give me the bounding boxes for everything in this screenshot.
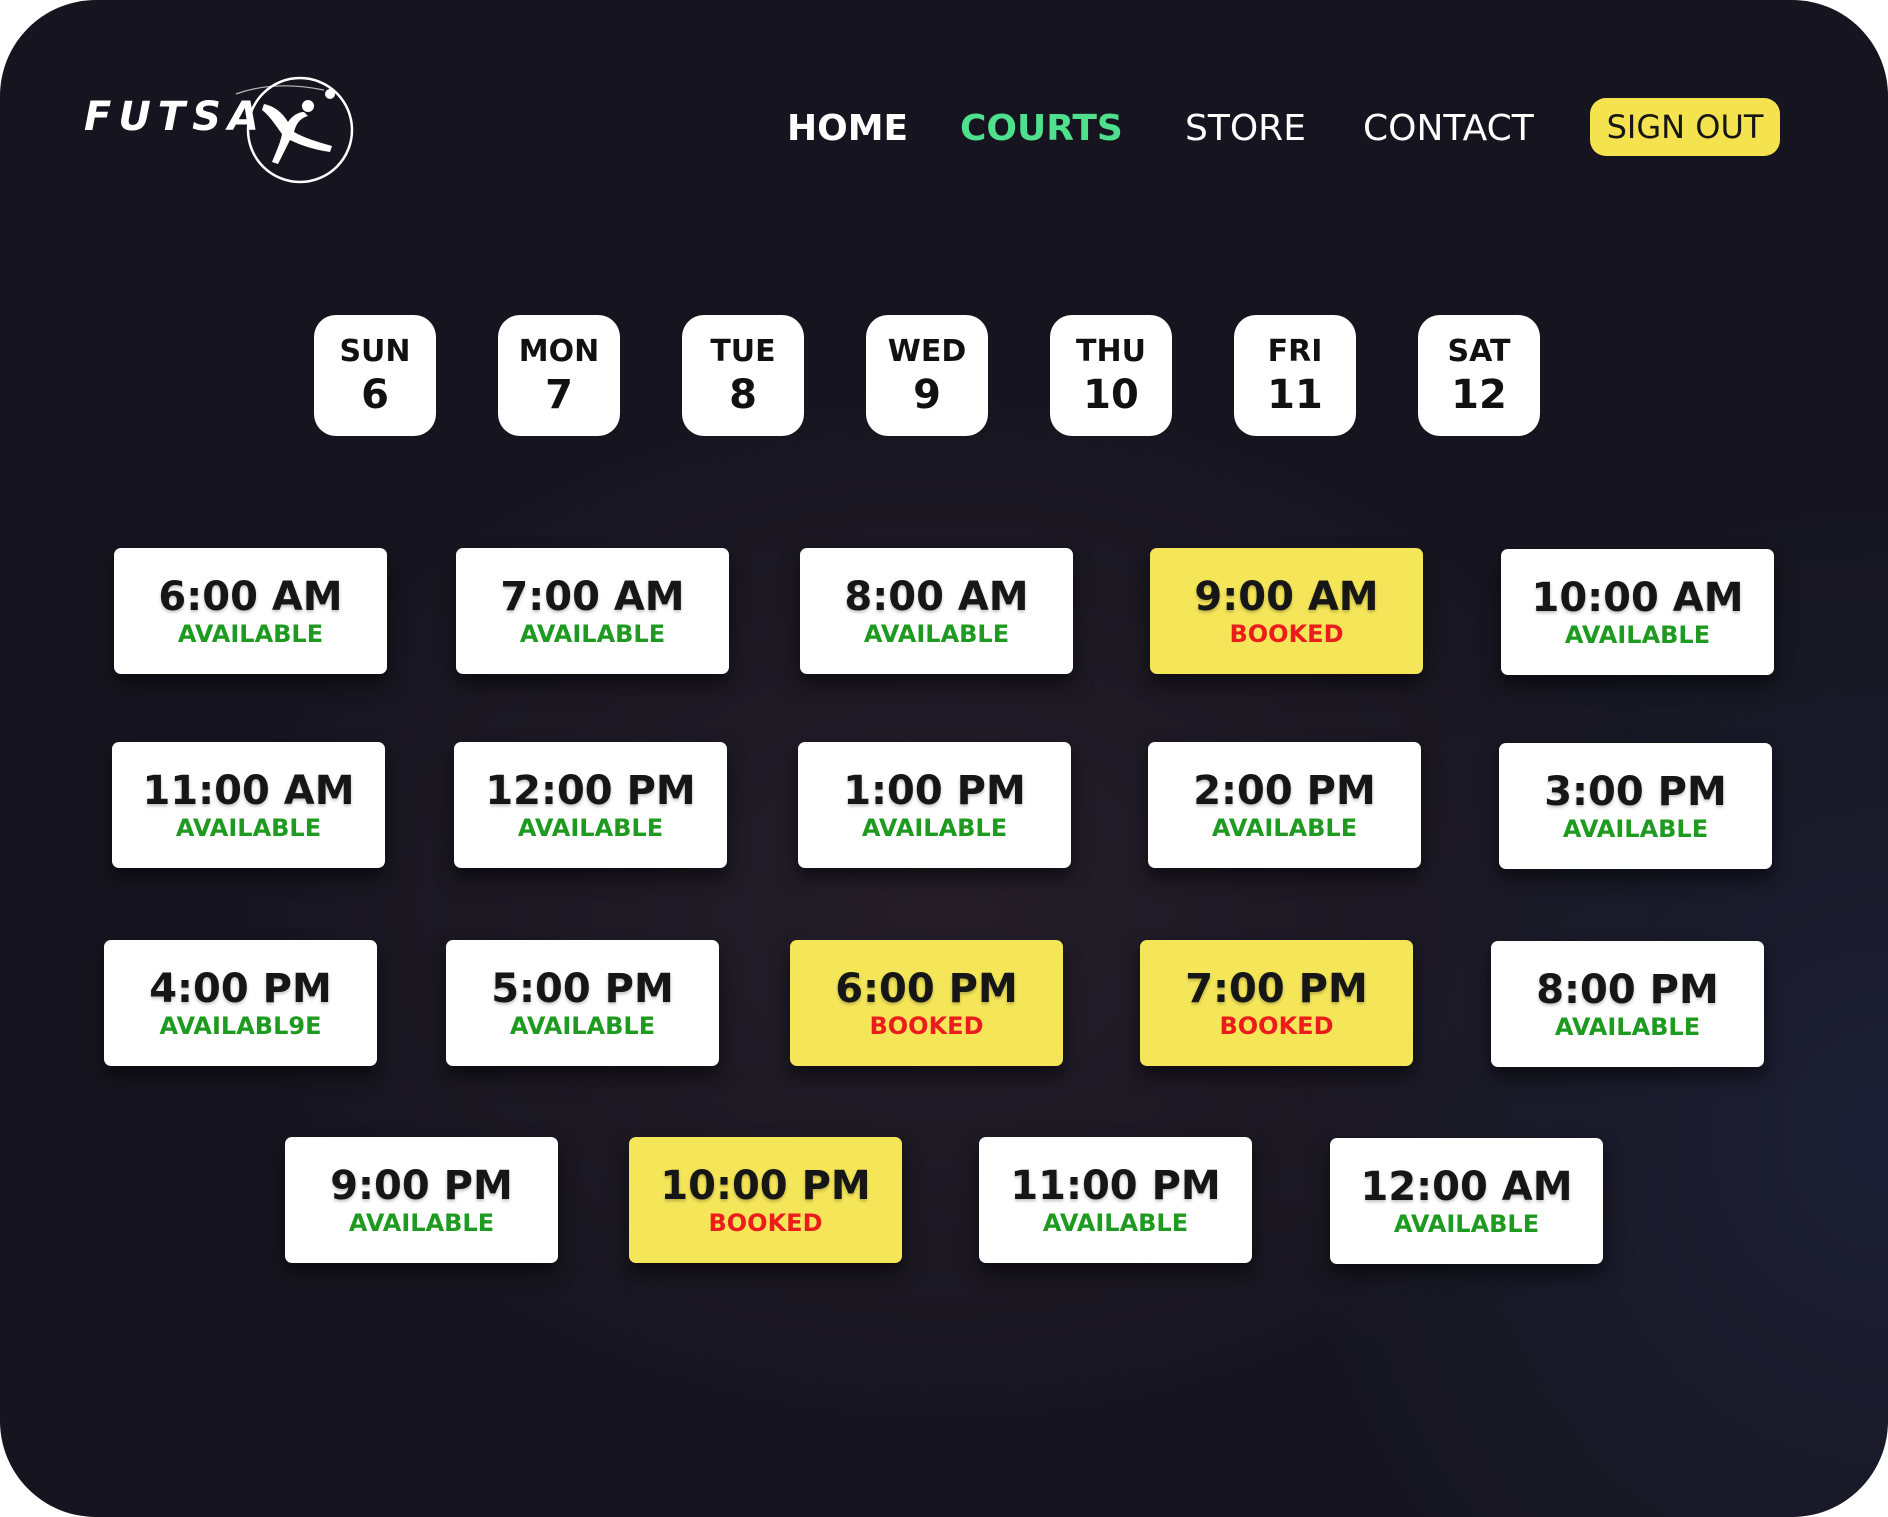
slot-status: AVAILABLE [1393,1210,1540,1238]
slot-time: 12:00 PM [485,768,696,814]
slot-status: AVAILABLE [1042,1209,1189,1237]
time-slot[interactable]: 10:00 AM AVAILABLE [1501,549,1774,675]
slot-time: 4:00 PM [149,966,332,1012]
day-number: 9 [913,371,941,418]
time-slot[interactable]: 11:00 AM AVAILABLE [112,742,385,868]
slot-time: 11:00 AM [142,768,355,814]
day-sat[interactable]: SAT 12 [1418,315,1540,436]
nav-home[interactable]: HOME [787,108,908,149]
slot-time: 9:00 PM [330,1163,513,1209]
app-window: FUTSA HOME COURTS STORE CONTACT SIGN OUT… [0,0,1888,1517]
time-slot[interactable]: 12:00 PM AVAILABLE [454,742,727,868]
slot-status: AVAILABLE [348,1209,495,1237]
day-wed[interactable]: WED 9 [866,315,988,436]
day-tue[interactable]: TUE 8 [682,315,804,436]
slot-status: AVAILABLE [517,814,664,842]
slot-time: 8:00 AM [844,574,1029,620]
day-name: SAT [1447,333,1511,369]
slot-status: AVAILABLE [1211,814,1358,842]
sign-out-button[interactable]: SIGN OUT [1590,98,1780,156]
slot-time: 8:00 PM [1536,967,1719,1013]
time-slot[interactable]: 4:00 PM AVAILABL9E [104,940,377,1066]
slot-status: AVAILABLE [1562,815,1709,843]
day-number: 11 [1267,371,1323,418]
day-number: 8 [729,371,757,418]
slot-status: AVAILABLE [1564,621,1711,649]
time-slot[interactable]: 6:00 AM AVAILABLE [114,548,387,674]
nav-contact[interactable]: CONTACT [1363,108,1534,149]
slot-status: AVAILABLE [861,814,1008,842]
slot-time: 3:00 PM [1544,769,1727,815]
slot-status: AVAILABLE [509,1012,656,1040]
slot-status: BOOKED [869,1012,984,1040]
day-name: TUE [710,333,776,369]
day-number: 10 [1083,371,1139,418]
nav-courts[interactable]: COURTS [960,108,1123,149]
slot-status: AVAILABLE [177,620,324,648]
day-mon[interactable]: MON 7 [498,315,620,436]
slot-time: 9:00 AM [1194,574,1379,620]
top-nav: HOME COURTS STORE CONTACT SIGN OUT [0,98,1888,160]
slot-status: BOOKED [708,1209,823,1237]
day-number: 12 [1451,371,1507,418]
time-slot[interactable]: 9:00 PM AVAILABLE [285,1137,558,1263]
time-slot[interactable]: 1:00 PM AVAILABLE [798,742,1071,868]
time-slot[interactable]: 7:00 PM BOOKED [1140,940,1413,1066]
slot-status: AVAILABLE [175,814,322,842]
slot-status: AVAILABLE [1554,1013,1701,1041]
slot-time: 12:00 AM [1360,1164,1573,1210]
day-fri[interactable]: FRI 11 [1234,315,1356,436]
time-slot[interactable]: 11:00 PM AVAILABLE [979,1137,1252,1263]
slot-time: 5:00 PM [491,966,674,1012]
day-name: MON [518,333,600,369]
day-name: FRI [1267,333,1323,369]
slot-time: 2:00 PM [1193,768,1376,814]
nav-store[interactable]: STORE [1185,108,1306,149]
time-slot[interactable]: 10:00 PM BOOKED [629,1137,902,1263]
day-number: 7 [545,371,573,418]
slot-time: 10:00 AM [1531,575,1744,621]
slot-time: 7:00 PM [1185,966,1368,1012]
time-slot[interactable]: 5:00 PM AVAILABLE [446,940,719,1066]
time-slot[interactable]: 9:00 AM BOOKED [1150,548,1423,674]
time-slot[interactable]: 8:00 PM AVAILABLE [1491,941,1764,1067]
day-name: WED [887,333,967,369]
time-slot[interactable]: 3:00 PM AVAILABLE [1499,743,1772,869]
day-name: SUN [339,333,411,369]
slot-time: 1:00 PM [843,768,1026,814]
slot-status: BOOKED [1219,1012,1334,1040]
time-slot[interactable]: 2:00 PM AVAILABLE [1148,742,1421,868]
slot-status: AVAILABL9E [159,1012,322,1040]
day-name: THU [1076,333,1146,369]
slot-time: 10:00 PM [660,1163,871,1209]
time-slot[interactable]: 6:00 PM BOOKED [790,940,1063,1066]
time-slot[interactable]: 12:00 AM AVAILABLE [1330,1138,1603,1264]
day-thu[interactable]: THU 10 [1050,315,1172,436]
slot-status: AVAILABLE [863,620,1010,648]
slot-time: 6:00 PM [835,966,1018,1012]
day-number: 6 [361,371,389,418]
slot-time: 7:00 AM [500,574,685,620]
day-sun[interactable]: SUN 6 [314,315,436,436]
slot-status: BOOKED [1229,620,1344,648]
time-slot[interactable]: 8:00 AM AVAILABLE [800,548,1073,674]
slot-time: 11:00 PM [1010,1163,1221,1209]
slot-status: AVAILABLE [519,620,666,648]
time-slot[interactable]: 7:00 AM AVAILABLE [456,548,729,674]
slot-time: 6:00 AM [158,574,343,620]
